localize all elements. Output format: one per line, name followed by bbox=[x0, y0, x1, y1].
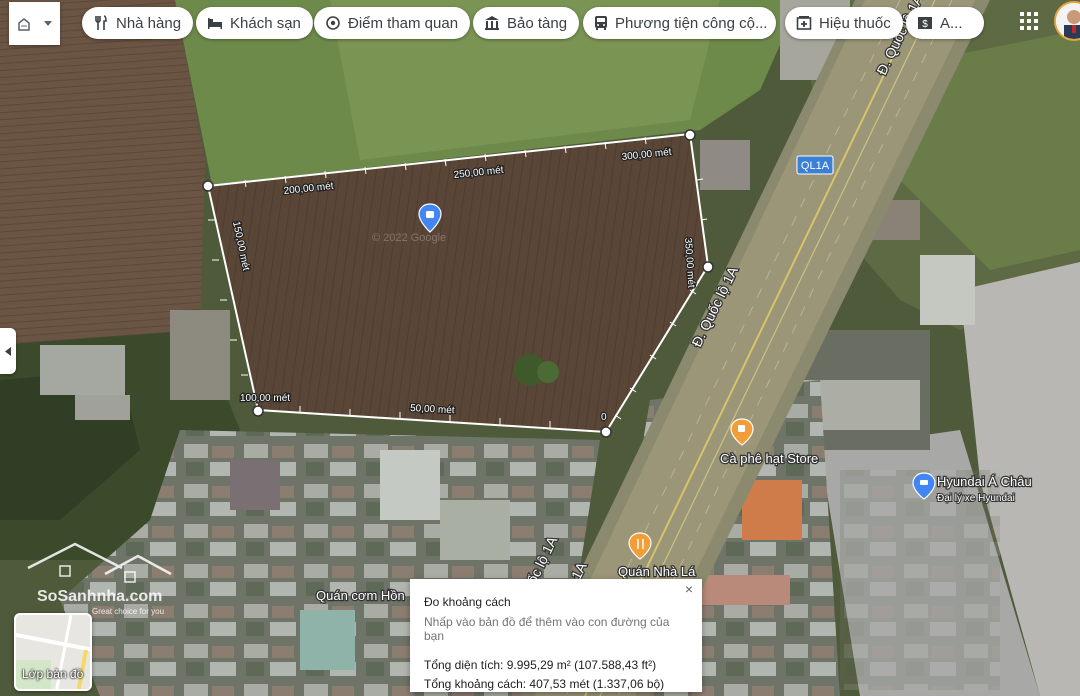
svg-text:QL1A: QL1A bbox=[801, 160, 830, 172]
measure-vertex[interactable] bbox=[202, 180, 214, 192]
card-title: Đo khoảng cách bbox=[424, 595, 511, 609]
chip-pharmacies[interactable]: Hiệu thuốc bbox=[785, 7, 903, 39]
total-distance: Tổng khoảng cách: 407,53 mét (1.337,06 b… bbox=[424, 677, 665, 691]
measure-label-0: 0 bbox=[601, 412, 607, 423]
place-sublabel-hyundai: Đại lý xe Hyundai bbox=[937, 493, 1015, 504]
museum-icon bbox=[483, 14, 501, 32]
measure-vertex[interactable] bbox=[684, 129, 696, 141]
layers-label: Lớp bản đồ bbox=[22, 667, 84, 681]
chip-atm[interactable]: $ A... bbox=[906, 7, 984, 39]
place-label-hyundai[interactable]: Hyundai Á Châu bbox=[936, 473, 1033, 491]
route-shield: QL1A bbox=[796, 155, 834, 175]
measure-vertex[interactable] bbox=[600, 426, 612, 438]
place-label-cafe[interactable]: Cà phê hạt Store bbox=[719, 450, 820, 468]
svg-text:SoSanhnha.com: SoSanhnha.com bbox=[37, 588, 162, 605]
place-label-quan-com[interactable]: Quán cơm Hồn bbox=[315, 587, 406, 605]
collapse-side-panel-button[interactable] bbox=[0, 328, 16, 374]
google-watermark: © 2022 Google bbox=[372, 232, 446, 244]
close-icon[interactable]: × bbox=[682, 582, 696, 596]
apps-grid-icon[interactable] bbox=[1018, 10, 1040, 32]
pharmacy-icon bbox=[795, 14, 813, 32]
total-area: Tổng diện tích: 9.995,29 m² (107.588,43 … bbox=[424, 658, 657, 672]
measure-vertex[interactable] bbox=[252, 405, 264, 417]
camera-icon bbox=[324, 14, 342, 32]
chip-attractions[interactable]: Điểm tham quan bbox=[314, 7, 471, 39]
chevron-left-icon bbox=[5, 346, 11, 356]
chip-hotels[interactable]: Khách sạn bbox=[196, 7, 313, 39]
layers-button[interactable]: Lớp bản đồ bbox=[14, 613, 92, 691]
measure-vertex[interactable] bbox=[702, 261, 714, 273]
card-hint: Nhấp vào bản đồ để thêm vào con đường củ… bbox=[424, 615, 670, 643]
measure-label-100: 100,00 mét bbox=[240, 393, 290, 404]
svg-text:Great choice for you: Great choice for you bbox=[92, 607, 164, 616]
svg-text:$: $ bbox=[922, 19, 928, 30]
chip-public-transport[interactable]: Phương tiện công cộ... bbox=[583, 7, 776, 39]
measure-distance-card: × Đo khoảng cách Nhấp vào bản đồ để thêm… bbox=[410, 579, 702, 692]
chip-museums[interactable]: Bảo tàng bbox=[473, 7, 580, 39]
home-dropdown-button[interactable] bbox=[9, 2, 60, 45]
chip-restaurants[interactable]: Nhà hàng bbox=[82, 7, 194, 39]
home-icon bbox=[17, 17, 30, 31]
place-label-quan-nha-la[interactable]: Quán Nhà Lá bbox=[617, 563, 698, 581]
atm-icon: $ bbox=[916, 14, 934, 32]
measure-label-50: 50,00 mét bbox=[410, 403, 455, 416]
chevron-down-icon bbox=[43, 21, 52, 26]
bed-icon bbox=[206, 14, 224, 32]
fork-knife-icon bbox=[92, 14, 110, 32]
bus-icon bbox=[593, 14, 609, 32]
